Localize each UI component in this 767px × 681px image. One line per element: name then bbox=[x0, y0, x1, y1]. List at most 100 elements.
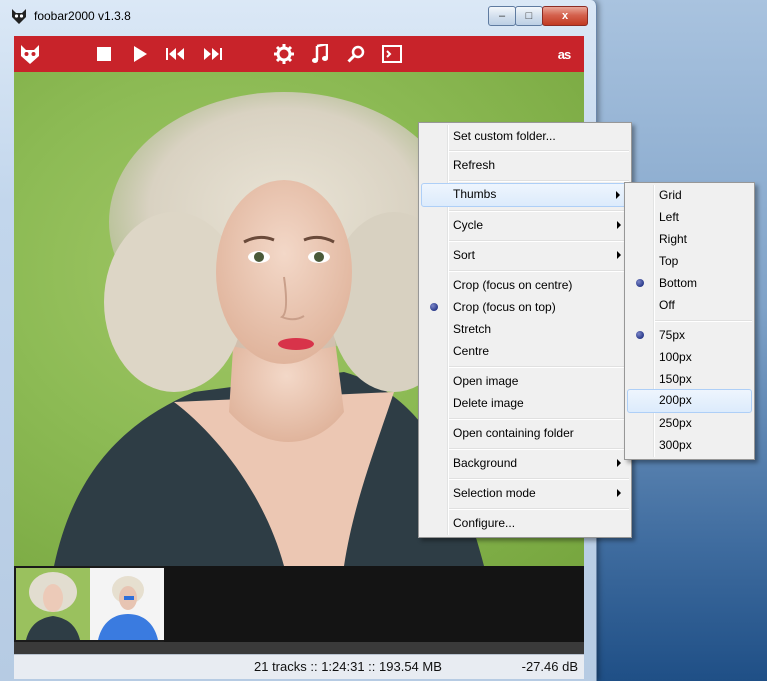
thumbnail-1-image bbox=[26, 572, 80, 640]
minimize-button[interactable]: – bbox=[488, 6, 516, 26]
maximize-icon: □ bbox=[525, 10, 533, 22]
submenu-item-label: Right bbox=[659, 232, 688, 246]
submenu-item-100px[interactable]: 100px bbox=[627, 346, 752, 368]
window-controls: – □ x bbox=[488, 6, 588, 26]
menu-separator bbox=[449, 150, 629, 152]
toolbar: as bbox=[14, 36, 584, 72]
maximize-button[interactable]: □ bbox=[515, 6, 543, 26]
submenu-separator bbox=[655, 320, 752, 322]
thumbnail-1[interactable] bbox=[16, 568, 90, 640]
submenu-item-right[interactable]: Right bbox=[627, 228, 752, 250]
menu-item-background[interactable]: Background bbox=[421, 452, 629, 474]
previous-icon bbox=[166, 48, 184, 60]
submenu-item-label: 200px bbox=[659, 393, 692, 407]
menu-item-label: Set custom folder... bbox=[453, 129, 556, 143]
close-button[interactable]: x bbox=[542, 6, 588, 26]
menu-separator bbox=[449, 210, 629, 212]
next-icon bbox=[204, 48, 222, 60]
menu-item-crop-top[interactable]: Crop (focus on top) bbox=[421, 296, 629, 318]
replaygain-readout: -27.46 dB bbox=[521, 659, 578, 674]
menu-item-open-image[interactable]: Open image bbox=[421, 370, 629, 392]
menu-item-label: Cycle bbox=[453, 218, 484, 232]
menu-item-label: Selection mode bbox=[453, 486, 536, 500]
submenu-item-label: 100px bbox=[659, 350, 692, 364]
submenu-item-label: 150px bbox=[659, 372, 692, 386]
thumbnail-2[interactable] bbox=[90, 568, 164, 640]
submenu-item-300px[interactable]: 300px bbox=[627, 434, 752, 456]
music-button[interactable] bbox=[308, 42, 332, 66]
menu-item-refresh[interactable]: Refresh bbox=[421, 154, 629, 176]
menu-item-label: Background bbox=[453, 456, 518, 470]
submenu-item-label: Bottom bbox=[659, 276, 698, 290]
context-menu: Set custom folder... Refresh Thumbs Cycl… bbox=[418, 122, 632, 538]
close-icon: x bbox=[561, 10, 569, 22]
radio-selected-icon bbox=[430, 303, 438, 311]
play-icon bbox=[134, 46, 147, 62]
menu-separator bbox=[449, 366, 629, 368]
foobar-app-icon bbox=[12, 9, 26, 24]
menu-separator bbox=[449, 180, 629, 182]
foobar-logo-button[interactable] bbox=[18, 42, 42, 66]
menu-item-selection-mode[interactable]: Selection mode bbox=[421, 482, 629, 504]
menu-item-label: Open containing folder bbox=[453, 426, 574, 440]
submenu-arrow-icon bbox=[616, 191, 620, 199]
menu-item-stretch[interactable]: Stretch bbox=[421, 318, 629, 340]
submenu-item-250px[interactable]: 250px bbox=[627, 412, 752, 434]
menu-item-label: Stretch bbox=[453, 322, 492, 336]
submenu-item-label: 250px bbox=[659, 416, 692, 430]
submenu-arrow-icon bbox=[617, 251, 621, 259]
thumbnail-scroll-track[interactable] bbox=[14, 642, 584, 654]
menu-item-label: Crop (focus on centre) bbox=[453, 278, 573, 292]
menu-item-thumbs[interactable]: Thumbs bbox=[421, 183, 629, 207]
submenu-item-label: Off bbox=[659, 298, 675, 312]
window-title: foobar2000 v1.3.8 bbox=[34, 9, 131, 23]
submenu-item-grid[interactable]: Grid bbox=[627, 184, 752, 206]
menu-item-centre[interactable]: Centre bbox=[421, 340, 629, 362]
menu-item-label: Configure... bbox=[453, 516, 516, 530]
menu-item-label: Delete image bbox=[453, 396, 524, 410]
menu-item-set-custom-folder[interactable]: Set custom folder... bbox=[421, 125, 629, 147]
settings-button[interactable] bbox=[272, 42, 296, 66]
submenu-item-label: 75px bbox=[659, 328, 686, 342]
menu-item-open-folder[interactable]: Open containing folder bbox=[421, 422, 629, 444]
next-button[interactable] bbox=[200, 42, 224, 66]
submenu-arrow-icon bbox=[617, 221, 621, 229]
menu-separator bbox=[449, 448, 629, 450]
menu-separator bbox=[449, 270, 629, 272]
foobar-logo-icon bbox=[21, 45, 39, 64]
menu-item-delete-image[interactable]: Delete image bbox=[421, 392, 629, 414]
menu-separator bbox=[449, 418, 629, 420]
menu-separator bbox=[449, 478, 629, 480]
menu-item-crop-centre[interactable]: Crop (focus on centre) bbox=[421, 274, 629, 296]
submenu-item-label: Left bbox=[659, 210, 680, 224]
search-button[interactable] bbox=[344, 42, 368, 66]
submenu-item-top[interactable]: Top bbox=[627, 250, 752, 272]
submenu-item-200px[interactable]: 200px bbox=[627, 389, 752, 413]
thumbnail-strip bbox=[14, 566, 584, 642]
lastfm-button[interactable]: as bbox=[552, 42, 576, 66]
stop-button[interactable] bbox=[92, 42, 116, 66]
menu-item-label: Sort bbox=[453, 248, 476, 262]
submenu-item-75px[interactable]: 75px bbox=[627, 324, 752, 346]
thumbs-submenu: Grid Left Right Top Bottom Off 75px 100p… bbox=[624, 182, 755, 460]
music-note-icon bbox=[312, 44, 328, 63]
thumbnail-strip-background bbox=[164, 566, 584, 642]
title-bar[interactable]: foobar2000 v1.3.8 – □ x bbox=[0, 0, 596, 34]
menu-item-configure[interactable]: Configure... bbox=[421, 512, 629, 534]
submenu-item-bottom[interactable]: Bottom bbox=[627, 272, 752, 294]
console-icon bbox=[382, 45, 402, 63]
radio-selected-icon bbox=[636, 331, 644, 339]
previous-button[interactable] bbox=[164, 42, 188, 66]
submenu-item-off[interactable]: Off bbox=[627, 294, 752, 316]
play-button[interactable] bbox=[128, 42, 152, 66]
menu-item-label: Crop (focus on top) bbox=[453, 300, 556, 314]
stop-icon bbox=[97, 47, 111, 61]
submenu-item-150px[interactable]: 150px bbox=[627, 368, 752, 390]
console-button[interactable] bbox=[380, 42, 404, 66]
menu-item-cycle[interactable]: Cycle bbox=[421, 214, 629, 236]
menu-item-sort[interactable]: Sort bbox=[421, 244, 629, 266]
menu-separator bbox=[449, 240, 629, 242]
menu-item-label: Refresh bbox=[453, 158, 496, 172]
submenu-item-left[interactable]: Left bbox=[627, 206, 752, 228]
status-bar: 21 tracks :: 1:24:31 :: 193.54 MB -27.46… bbox=[14, 654, 584, 679]
